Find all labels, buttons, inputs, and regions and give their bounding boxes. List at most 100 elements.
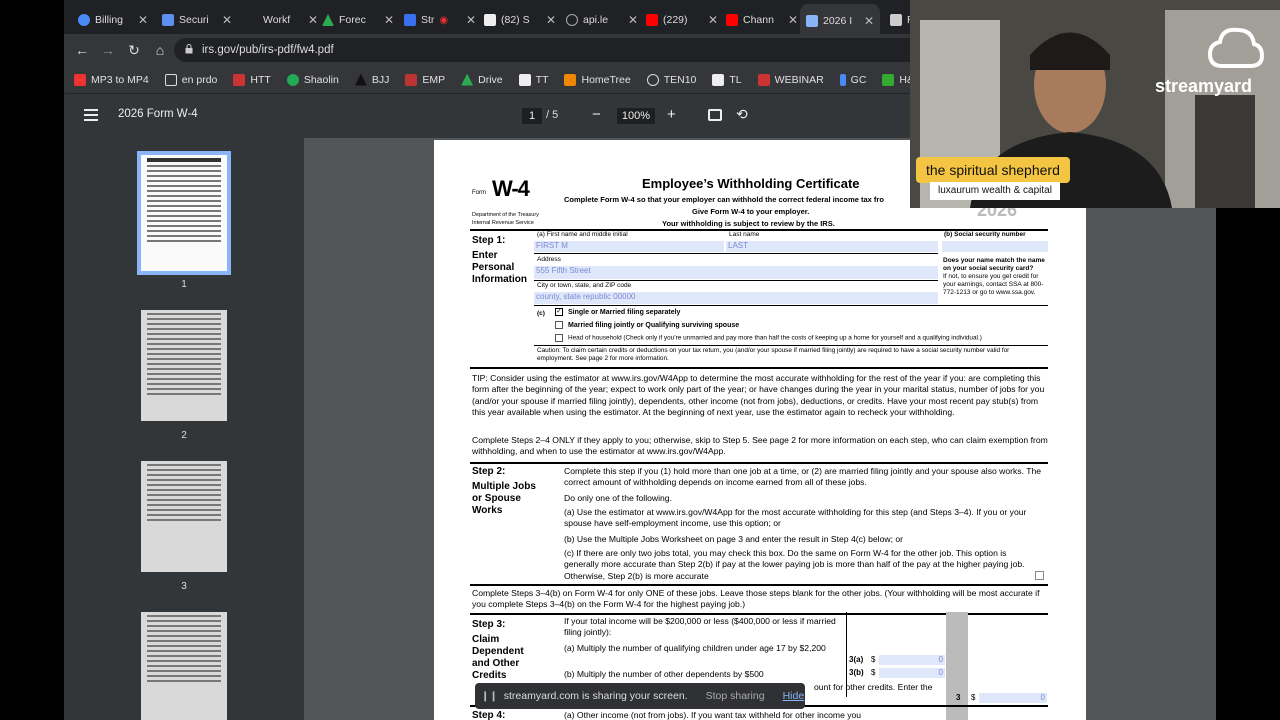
bookmark-label: Drive [478, 73, 503, 86]
close-icon[interactable]: ✕ [546, 13, 556, 27]
step-heading: Step 4: [472, 710, 506, 720]
page-thumbnail-3[interactable] [141, 461, 227, 572]
first-name-field[interactable]: FIRST M [534, 241, 724, 252]
tl-icon [712, 73, 725, 86]
line-label: 3(b) [849, 668, 864, 677]
webinar-icon [757, 73, 770, 86]
close-icon[interactable]: ✕ [222, 13, 232, 27]
close-icon[interactable]: ✕ [864, 14, 874, 28]
tab-youtube-229[interactable]: (229) ✕ [640, 6, 724, 34]
thumbnail-label: 1 [181, 279, 187, 290]
bookmark-bjj[interactable]: BJJ [354, 73, 390, 86]
bookmark-tt[interactable]: TT [518, 73, 548, 86]
field-label: (c) [537, 310, 545, 317]
tt-icon [518, 73, 531, 86]
bookmark-label: EMP [422, 73, 446, 86]
two-jobs-checkbox[interactable] [1035, 571, 1044, 580]
tab-forecast[interactable]: Forec ✕ [316, 6, 400, 34]
tab-security[interactable]: Securi ✕ [156, 6, 238, 34]
field-label: (a) First name and middle initial [537, 231, 628, 238]
close-icon[interactable]: ✕ [788, 13, 798, 27]
stop-sharing-button[interactable]: Stop sharing [706, 690, 765, 702]
drive-icon [461, 73, 474, 86]
bookmark-label: en prdo [181, 73, 218, 86]
zoom-in-icon[interactable]: + [667, 106, 676, 123]
caution-text: Caution: To claim certain credits or ded… [537, 347, 1010, 362]
step-description: Multiple Jobs or Spouse Works [472, 481, 536, 516]
bookmark-webinar[interactable]: WEBINAR [757, 73, 824, 86]
close-icon[interactable]: ✕ [708, 13, 718, 27]
bookmark-mp3[interactable]: MP3 to MP4 [74, 73, 149, 86]
checkbox-checked[interactable]: ✓ [555, 308, 563, 316]
bookmark-drive[interactable]: Drive [461, 73, 503, 86]
tab-billing[interactable]: Billing ✕ [72, 6, 154, 34]
tab-api[interactable]: api.le ✕ [560, 6, 644, 34]
ssn-field[interactable] [942, 241, 1048, 252]
step-heading: Step 3: [472, 619, 506, 630]
back-icon[interactable]: ← [69, 42, 95, 58]
ten10-icon [646, 73, 659, 86]
bookmark-ten10[interactable]: TEN10 [646, 73, 697, 86]
page-thumbnail-2[interactable] [141, 310, 227, 421]
zoom-out-icon[interactable]: − [592, 106, 601, 123]
line-3a-field[interactable]: 0 [879, 655, 945, 665]
field-label: Address [537, 256, 561, 263]
bookmark-en-prdo[interactable]: en prdo [164, 73, 218, 86]
menu-icon[interactable] [84, 109, 98, 121]
close-icon[interactable]: ✕ [466, 13, 476, 27]
bookmark-label: TEN10 [663, 73, 697, 86]
close-icon[interactable]: ✕ [384, 13, 394, 27]
blank-favicon-icon [246, 14, 258, 26]
bookmark-emp[interactable]: EMP [405, 73, 446, 86]
bookmark-hometree[interactable]: HomeTree [564, 73, 631, 86]
bookmark-label: BJJ [371, 73, 390, 86]
tab-channel[interactable]: Chann ✕ [720, 6, 804, 34]
pdf-viewer[interactable]: Form W-4 Department of the Treasury Inte… [304, 138, 1216, 720]
line-label: 3(a) [849, 655, 864, 664]
reload-icon[interactable]: ↻ [121, 42, 147, 59]
hide-button[interactable]: Hide [783, 690, 805, 702]
lock-icon [185, 44, 193, 54]
page-thumbnail-1[interactable] [137, 151, 231, 275]
checkbox[interactable] [555, 334, 563, 342]
speaker-subtitle: luxaurum wealth & capital [930, 182, 1060, 200]
page-thumbnail-4[interactable] [141, 612, 227, 720]
line-label: 3 [956, 693, 961, 702]
close-icon[interactable]: ✕ [628, 13, 638, 27]
zoom-level-input[interactable]: 100% [617, 108, 655, 124]
city-state-zip-field[interactable]: county, state republic 00000 [534, 292, 938, 304]
page-number-input[interactable]: 1 [522, 108, 542, 124]
address-bar[interactable]: irs.gov/pub/irs-pdf/fw4.pdf [174, 38, 974, 62]
stripe-favicon-icon [404, 14, 416, 26]
last-name-field[interactable]: LAST [726, 241, 938, 252]
bookmark-htt[interactable]: HTT [233, 73, 271, 86]
filing-single[interactable]: ✓ Single or Married filing separately [555, 308, 680, 316]
step-option: (a) Multiply the number of qualifying ch… [564, 643, 826, 653]
currency-symbol: $ [871, 655, 876, 664]
rotate-icon[interactable]: ⟲ [736, 106, 748, 123]
filing-head[interactable]: Head of household (Check only if you’re … [555, 334, 982, 342]
bookmark-gc[interactable]: GC [839, 73, 866, 86]
step-heading: Step 2: [472, 466, 506, 477]
address-field[interactable]: 555 Fifth Street [534, 266, 938, 279]
tab-workflow[interactable]: Workf ✕ [240, 6, 324, 34]
bookmark-shaolin[interactable]: Shaolin [286, 73, 339, 86]
line-3b-field[interactable]: 0 [879, 668, 945, 678]
step-option: ount for other credits. Enter the [814, 682, 933, 692]
field-label: City or town, state, and ZIP code [537, 282, 632, 289]
fit-page-icon[interactable] [708, 109, 722, 121]
forward-icon[interactable]: → [95, 42, 121, 58]
bookmark-tl[interactable]: TL [712, 73, 742, 86]
line-3-field[interactable]: 0 [979, 693, 1047, 703]
tab-w4[interactable]: 2026 I ✕ [800, 4, 880, 38]
home-icon[interactable]: ⌂ [147, 42, 173, 58]
tab-stripe[interactable]: Str ◉ ✕ [398, 6, 482, 34]
filing-joint[interactable]: Married filing jointly or Qualifying sur… [555, 321, 739, 329]
speaker-name-banner: the spiritual shepherd [916, 157, 1070, 183]
checkbox[interactable] [555, 321, 563, 329]
billing-favicon-icon [78, 14, 90, 26]
bookmark-label: TL [729, 73, 742, 86]
tab-tiktok[interactable]: (82) S ✕ [478, 6, 562, 34]
bookmark-label: HTT [250, 73, 271, 86]
close-icon[interactable]: ✕ [138, 13, 148, 27]
